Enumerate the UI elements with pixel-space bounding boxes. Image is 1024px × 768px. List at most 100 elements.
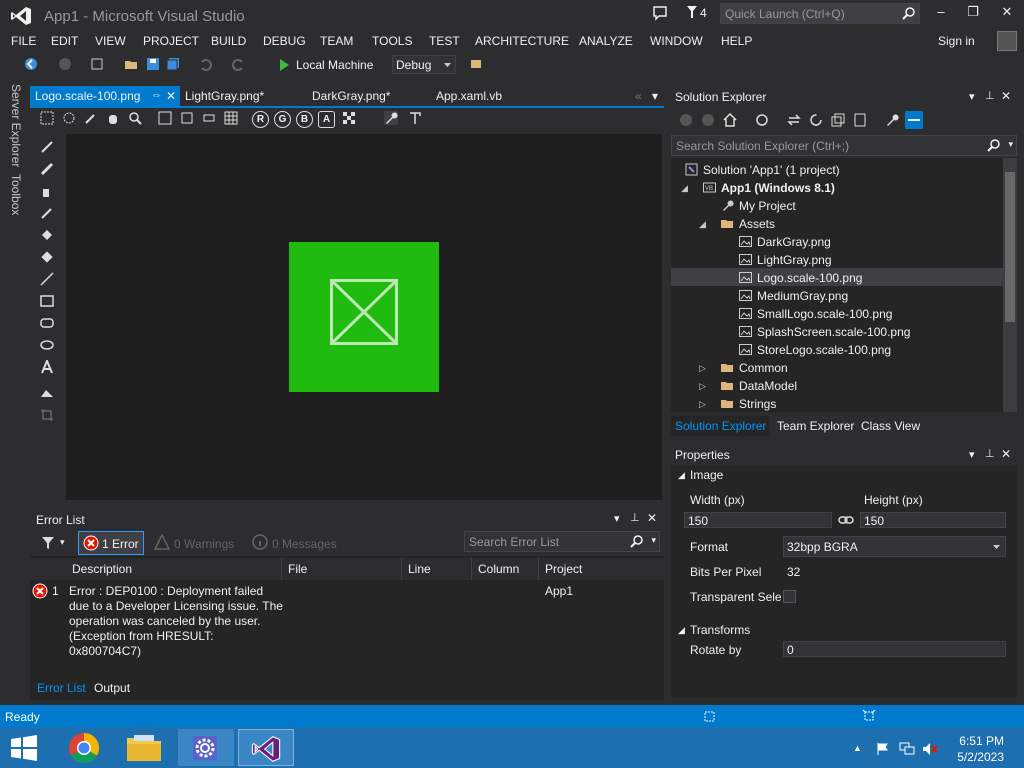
volume-muted-icon[interactable] <box>922 742 938 756</box>
network-icon[interactable] <box>899 742 915 756</box>
run-target-label[interactable]: Local Machine <box>296 58 373 72</box>
column-column[interactable]: Column <box>478 562 519 576</box>
red-channel-button[interactable]: R <box>252 111 269 128</box>
save-all-icon[interactable] <box>166 57 180 71</box>
collapse-all-icon[interactable] <box>831 113 845 127</box>
format-select[interactable]: 32bpp BGRA <box>783 536 1006 557</box>
search-dropdown-icon[interactable]: ▾ <box>1008 139 1013 150</box>
action-center-flag-icon[interactable] <box>876 742 890 756</box>
feedback-flag-icon[interactable] <box>686 5 698 19</box>
crop-icon[interactable] <box>40 408 54 422</box>
panel-options-icon[interactable]: ▾ <box>969 448 975 461</box>
panel-options-icon[interactable]: ▾ <box>614 512 620 525</box>
expanded-arrow-icon[interactable]: ◢ <box>681 183 691 193</box>
home-icon[interactable] <box>723 113 737 127</box>
pan-hand-icon[interactable] <box>106 111 120 125</box>
collapsed-arrow-icon[interactable]: ▷ <box>699 399 709 409</box>
show-all-files-icon[interactable] <box>853 113 867 127</box>
lasso-selection-icon[interactable] <box>62 111 76 125</box>
toolbox-tab[interactable]: Toolbox <box>9 174 23 215</box>
zoom-to-fit-icon[interactable] <box>180 111 194 125</box>
tab-lightgray[interactable]: LightGray.png* <box>185 86 264 106</box>
rectangle-selection-icon[interactable] <box>40 111 54 125</box>
menu-test[interactable]: TEST <box>429 34 460 48</box>
pending-changes-icon[interactable] <box>755 113 769 127</box>
background-checker-icon[interactable] <box>342 111 356 125</box>
open-file-icon[interactable] <box>124 57 138 71</box>
filter-dropdown-icon[interactable]: ▾ <box>60 537 65 548</box>
menu-view[interactable]: VIEW <box>95 34 126 48</box>
show-hidden-icons-icon[interactable]: ▲ <box>853 743 862 753</box>
menu-project[interactable]: PROJECT <box>143 34 199 48</box>
fill-icon[interactable] <box>40 228 54 242</box>
messages-filter-button[interactable]: 0 Messages <box>250 532 340 554</box>
eraser-icon[interactable] <box>40 250 54 264</box>
close-window-button[interactable]: ✕ <box>992 4 1022 24</box>
collapsed-arrow-icon[interactable]: ▷ <box>699 381 709 391</box>
tab-app-xaml-vb[interactable]: App.xaml.vb <box>436 86 502 106</box>
close-tab-icon[interactable]: ✕ <box>166 86 176 106</box>
filter-icon[interactable] <box>42 537 54 549</box>
logo-image[interactable] <box>289 242 439 392</box>
windows-start-icon[interactable] <box>10 735 38 761</box>
panel-close-icon[interactable]: ✕ <box>1001 447 1011 461</box>
tab-solution-explorer[interactable]: Solution Explorer <box>675 419 766 433</box>
rotate-input[interactable]: 0 <box>783 641 1006 657</box>
airbrush-icon[interactable] <box>40 184 54 198</box>
eyedropper-icon[interactable] <box>40 206 54 220</box>
tab-dropdown-icon[interactable]: ▾ <box>652 86 658 106</box>
tab-logo-scale-100[interactable]: Logo.scale-100.png <box>35 86 140 106</box>
tab-team-explorer[interactable]: Team Explorer <box>777 419 854 433</box>
frame-icon[interactable] <box>202 111 216 125</box>
find-in-files-icon[interactable] <box>470 57 484 71</box>
navigate-back-icon[interactable] <box>24 57 38 71</box>
server-explorer-tab[interactable]: Server Explorer <box>9 84 23 167</box>
rectangle-icon[interactable] <box>40 294 54 308</box>
tab-output[interactable]: Output <box>94 681 130 695</box>
refresh-icon[interactable] <box>809 113 823 127</box>
column-project[interactable]: Project <box>545 562 582 576</box>
green-channel-button[interactable]: G <box>274 111 291 128</box>
alpha-channel-button[interactable]: A <box>318 111 335 128</box>
error-search-input[interactable]: Search Error List ▾ <box>464 531 660 552</box>
minimize-button[interactable]: – <box>926 4 956 24</box>
advanced-icon[interactable] <box>408 111 422 125</box>
properties-wrench-icon[interactable] <box>384 111 398 125</box>
forward-icon[interactable] <box>701 113 715 127</box>
panel-options-icon[interactable]: ▾ <box>969 90 975 103</box>
menu-tools[interactable]: TOOLS <box>372 34 412 48</box>
menu-window[interactable]: WINDOW <box>650 34 703 48</box>
tab-overflow-icon[interactable]: « <box>635 86 642 106</box>
panel-close-icon[interactable]: ✕ <box>1001 89 1011 103</box>
navigate-forward-icon[interactable] <box>58 57 72 71</box>
section-expanded-icon[interactable]: ◢ <box>678 470 685 481</box>
taskbar-clock-date[interactable]: 5/2/2023 <box>956 750 1004 764</box>
sync-icon[interactable] <box>787 113 801 127</box>
collapsed-arrow-icon[interactable]: ▷ <box>699 363 709 373</box>
expanded-arrow-icon[interactable]: ◢ <box>699 219 709 229</box>
panel-pin-icon[interactable]: ⊥ <box>985 89 995 102</box>
panel-close-icon[interactable]: ✕ <box>647 511 657 525</box>
quick-launch-input[interactable]: Quick Launch (Ctrl+Q) <box>720 3 920 24</box>
restore-button[interactable]: ❐ <box>958 4 988 24</box>
menu-help[interactable]: HELP <box>721 34 752 48</box>
rounded-rectangle-icon[interactable] <box>40 316 54 330</box>
menu-analyze[interactable]: ANALYZE <box>579 34 633 48</box>
blue-channel-button[interactable]: B <box>296 111 313 128</box>
column-line[interactable]: Line <box>408 562 431 576</box>
column-file[interactable]: File <box>288 562 307 576</box>
errors-filter-button[interactable]: 1 Error <box>78 531 144 555</box>
height-input[interactable]: 150 <box>860 512 1006 528</box>
file-explorer-taskbar-button[interactable] <box>116 729 172 766</box>
menu-architecture[interactable]: ARCHITECTURE <box>475 34 569 48</box>
solution-search-input[interactable]: Search Solution Explorer (Ctrl+;) ▾ <box>671 135 1017 156</box>
preview-selected-icon[interactable] <box>905 111 923 129</box>
menu-debug[interactable]: DEBUG <box>263 34 306 48</box>
notification-icon[interactable] <box>652 5 668 21</box>
undo-icon[interactable] <box>198 57 212 71</box>
menu-build[interactable]: BUILD <box>211 34 246 48</box>
tab-class-view[interactable]: Class View <box>861 419 920 433</box>
tab-darkgray[interactable]: DarkGray.png* <box>312 86 390 106</box>
solution-scrollbar-thumb[interactable] <box>1005 172 1015 322</box>
menu-file[interactable]: FILE <box>11 34 36 48</box>
